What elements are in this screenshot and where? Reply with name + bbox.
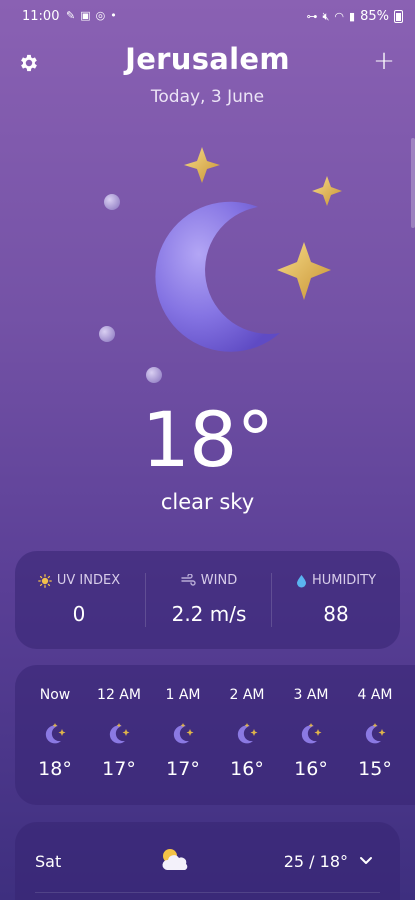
- notification-icons: ✎ ▣ ◎ •: [66, 9, 117, 22]
- mute-icon: 🔇︎: [322, 9, 330, 23]
- hour-time: 3 AM: [293, 687, 329, 703]
- humidity-value: 88: [323, 602, 349, 626]
- hour-temp: 16°: [230, 758, 264, 780]
- moon-stars-icon: [237, 723, 258, 744]
- daily-forecast: Sat 25 / 18°: [15, 822, 400, 900]
- uv-index-label: UV INDEX: [56, 573, 121, 588]
- hour-time: 2 AM: [229, 687, 265, 703]
- humidity-label: HUMIDITY: [311, 573, 377, 588]
- hourly-item: 12 AM 17°: [89, 665, 149, 805]
- sun-icon: [38, 573, 52, 588]
- notification-icon: ▣: [80, 9, 91, 22]
- scroll-indicator: [411, 138, 415, 228]
- stats-card: UV INDEX 0 WIND 2.2 m/s HUMIDITY 88: [15, 551, 400, 649]
- hourly-item: Now 18°: [25, 665, 85, 805]
- humidity-stat: HUMIDITY 88: [272, 551, 400, 649]
- moon-stars-icon: [109, 723, 130, 744]
- moon-stars-icon: [365, 723, 386, 744]
- vpn-key-icon: ⊶: [306, 10, 318, 23]
- hour-temp: 17°: [102, 758, 136, 780]
- daily-divider: [35, 892, 380, 893]
- moon-stars-icon: [173, 723, 194, 744]
- hourly-item: 1 AM 17°: [153, 665, 213, 805]
- wind-stat: WIND 2.2 m/s: [145, 551, 273, 649]
- hourly-forecast[interactable]: Now 18° 12 AM 17° 1 AM 17° 2 AM 16° 3 AM…: [15, 665, 415, 805]
- notification-icon: ✎: [66, 9, 76, 22]
- battery-icon: [394, 10, 403, 23]
- status-right: ⊶ 🔇︎ ◠ ▮ 85%: [306, 9, 403, 24]
- hourly-item: 2 AM 16°: [217, 665, 277, 805]
- hour-time: Now: [39, 687, 71, 703]
- signal-icon: ▮: [349, 10, 356, 23]
- hour-temp: 18°: [38, 758, 72, 780]
- moon-stars-icon: [45, 723, 66, 744]
- add-location-button[interactable]: +: [371, 46, 397, 76]
- battery-percent: 85%: [360, 9, 389, 24]
- instagram-icon: ◎: [95, 9, 106, 22]
- hour-temp: 15°: [358, 758, 392, 780]
- day-name: Sat: [35, 852, 62, 871]
- day-temp-range: 25 / 18°: [283, 852, 348, 871]
- hour-temp: 16°: [294, 758, 328, 780]
- status-bar: 11:00 ✎ ▣ ◎ • ⊶ 🔇︎ ◠ ▮ 85%: [0, 0, 415, 34]
- droplet-icon: [296, 574, 306, 587]
- sun-cloud-icon: [162, 849, 188, 870]
- uv-index-value: 0: [72, 602, 86, 626]
- city-title: Jerusalem: [125, 42, 290, 76]
- dot-icon: •: [110, 9, 117, 22]
- wind-label: WIND: [200, 573, 238, 588]
- date-subtitle: Today, 3 June: [150, 87, 265, 107]
- chevron-down-icon[interactable]: [358, 852, 374, 868]
- weather-illustration: [90, 135, 350, 395]
- header: Jerusalem Today, 3 June +: [0, 40, 415, 110]
- moon-illustration-icon: [99, 147, 342, 383]
- status-time: 11:00: [22, 9, 60, 24]
- current-temperature: 18°: [141, 395, 275, 484]
- uv-index-stat: UV INDEX 0: [15, 551, 143, 649]
- current-condition: clear sky: [160, 490, 255, 514]
- moon-stars-icon: [301, 723, 322, 744]
- hourly-item: 3 AM 16°: [281, 665, 341, 805]
- hour-time: 4 AM: [357, 687, 393, 703]
- hour-temp: 17°: [166, 758, 200, 780]
- wifi-icon: ◠: [334, 10, 345, 23]
- hour-time: 1 AM: [165, 687, 201, 703]
- hourly-item: 4 AM 15°: [345, 665, 405, 805]
- hour-time: 12 AM: [97, 687, 141, 703]
- wind-icon: [181, 574, 196, 586]
- wind-value: 2.2 m/s: [171, 602, 247, 626]
